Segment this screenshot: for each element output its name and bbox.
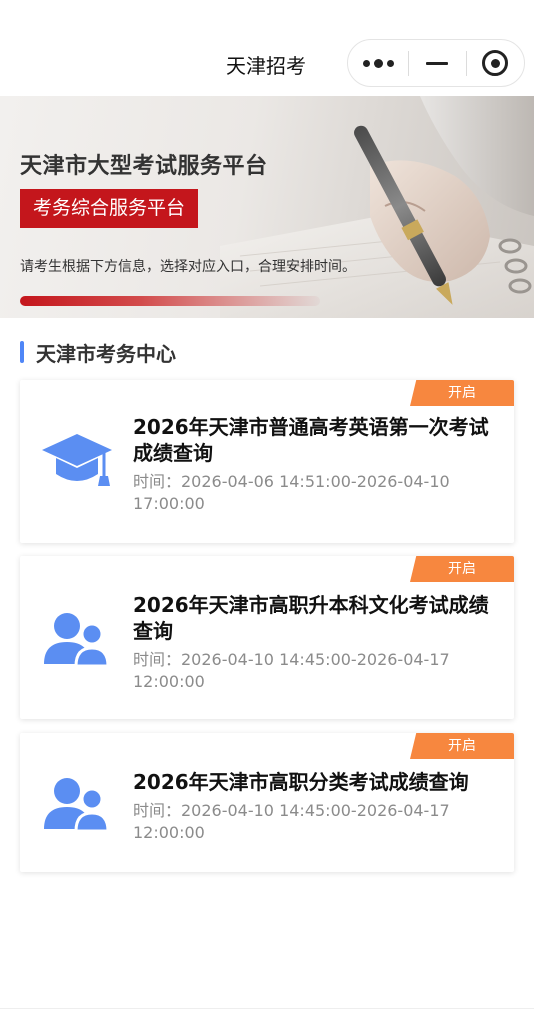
navigation-bar: 天津招考: [0, 0, 534, 96]
banner: 天津市大型考试服务平台 考务综合服务平台 请考生根据下方信息，选择对应入口，合理…: [0, 96, 534, 318]
more-button[interactable]: [348, 40, 408, 86]
more-dots-icon: [361, 58, 396, 68]
exam-card-2[interactable]: 开启 2026年天津市高职升本科文化考试成绩查询 时间：2026-04-10 1…: [20, 556, 514, 719]
card-content: 2026年天津市普通高考英语第一次考试成绩查询 时间：2026-04-06 14…: [133, 414, 493, 515]
banner-tag: 考务综合服务平台: [20, 189, 199, 228]
card-title: 2026年天津市高职分类考试成绩查询: [133, 770, 469, 794]
status-badge: 开启: [410, 556, 514, 582]
minus-icon: [426, 61, 448, 65]
graduation-cap-icon: [40, 430, 114, 494]
users-icon: [40, 608, 114, 672]
banner-description: 请考生根据下方信息，选择对应入口，合理安排时间。: [20, 259, 356, 275]
card-title: 2026年天津市高职升本科文化考试成绩查询: [133, 593, 489, 643]
mini-program-capsule: [347, 39, 525, 87]
section-title: 天津市考务中心: [36, 341, 176, 366]
status-badge: 开启: [410, 733, 514, 759]
exam-card-3[interactable]: 开启 2026年天津市高职分类考试成绩查询 时间：2026-04-10 14:4…: [20, 733, 514, 872]
bottom-divider: [0, 1008, 534, 1009]
users-icon: [40, 773, 114, 837]
card-title: 2026年天津市普通高考英语第一次考试成绩查询: [133, 415, 489, 465]
section-header: 天津市考务中心: [20, 340, 176, 366]
banner-accent-line: [20, 296, 320, 306]
card-time: 时间：2026-04-06 14:51:00-2026-04-10 17:00:…: [133, 472, 450, 513]
target-circle-icon: [482, 50, 508, 76]
card-content: 2026年天津市高职分类考试成绩查询 时间：2026-04-10 14:45:0…: [133, 769, 493, 844]
close-button[interactable]: [466, 40, 524, 86]
pen-writing-illustration: [220, 96, 534, 318]
status-badge: 开启: [410, 380, 514, 406]
card-time: 时间：2026-04-10 14:45:00-2026-04-17 12:00:…: [133, 650, 450, 691]
section-accent-bar: [20, 341, 24, 363]
minimize-button[interactable]: [408, 40, 466, 86]
card-content: 2026年天津市高职升本科文化考试成绩查询 时间：2026-04-10 14:4…: [133, 592, 493, 693]
exam-card-1[interactable]: 开启 2026年天津市普通高考英语第一次考试成绩查询 时间：2026-04-06…: [20, 380, 514, 543]
card-time: 时间：2026-04-10 14:45:00-2026-04-17 12:00:…: [133, 801, 450, 842]
banner-title: 天津市大型考试服务平台: [20, 154, 268, 179]
